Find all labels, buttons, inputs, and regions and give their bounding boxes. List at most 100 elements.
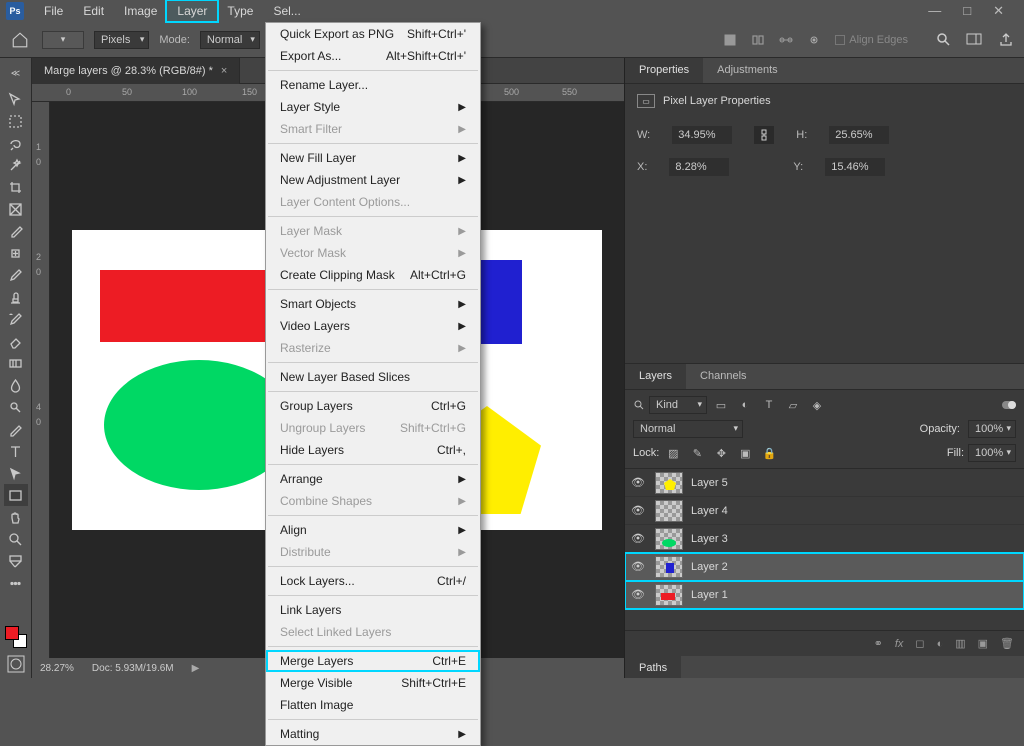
lock-transparency-icon[interactable]: ▨ xyxy=(663,444,683,462)
status-arrow-icon[interactable]: ▶ xyxy=(192,663,200,674)
layer-row[interactable]: 👁 Layer 1 xyxy=(625,581,1024,609)
layer-row[interactable]: 👁Layer 4 xyxy=(625,497,1024,525)
menu-align[interactable]: Align▶ xyxy=(266,519,480,541)
filter-shape-icon[interactable]: ▱ xyxy=(783,396,803,414)
layer-name[interactable]: Layer 2 xyxy=(691,561,728,573)
tool-lasso[interactable] xyxy=(4,132,28,154)
align-left-icon[interactable] xyxy=(723,33,737,47)
tool-path-select[interactable] xyxy=(4,462,28,484)
layer-thumbnail[interactable] xyxy=(655,472,683,494)
unit-dropdown[interactable]: Pixels xyxy=(94,31,149,49)
lock-position-icon[interactable]: ✥ xyxy=(711,444,731,462)
menu-hide-layers[interactable]: Hide LayersCtrl+, xyxy=(266,439,480,461)
tool-heal[interactable] xyxy=(4,242,28,264)
menu-flatten-image[interactable]: Flatten Image xyxy=(266,694,480,716)
share-icon[interactable] xyxy=(998,32,1014,48)
close-icon[interactable]: ✕ xyxy=(993,3,1004,19)
tool-brush[interactable] xyxy=(4,264,28,286)
visibility-icon[interactable]: 👁 xyxy=(631,560,647,573)
quickmask-icon[interactable] xyxy=(6,654,26,674)
tab-adjustments[interactable]: Adjustments xyxy=(703,58,792,83)
minimize-icon[interactable]: — xyxy=(928,3,941,19)
tool-blur[interactable] xyxy=(4,374,28,396)
gear-icon[interactable] xyxy=(807,33,821,47)
layer-thumbnail[interactable] xyxy=(655,584,683,606)
layer-name[interactable]: Layer 1 xyxy=(691,589,728,601)
y-input[interactable] xyxy=(825,158,885,176)
home-icon[interactable] xyxy=(8,28,32,52)
visibility-icon[interactable]: 👁 xyxy=(631,504,647,517)
tab-layers[interactable]: Layers xyxy=(625,364,686,389)
mode-dropdown[interactable]: Normal xyxy=(200,31,260,49)
menu-new-adjustment-layer[interactable]: New Adjustment Layer▶ xyxy=(266,169,480,191)
tool-crop[interactable] xyxy=(4,176,28,198)
layer-thumbnail[interactable] xyxy=(655,528,683,550)
adjustment-icon[interactable]: ◐ xyxy=(937,638,944,650)
menu-type[interactable]: Type xyxy=(217,1,263,21)
tool-eraser[interactable] xyxy=(4,330,28,352)
menu-export-as-[interactable]: Export As...Alt+Shift+Ctrl+' xyxy=(266,45,480,67)
new-layer-icon[interactable]: ▣ xyxy=(978,637,988,650)
height-input[interactable] xyxy=(829,126,889,144)
layer-name[interactable]: Layer 5 xyxy=(691,477,728,489)
layer-row[interactable]: 👁Layer 3 xyxy=(625,525,1024,553)
fill-swatch[interactable]: ▾ xyxy=(42,31,84,49)
menu-edit[interactable]: Edit xyxy=(73,1,114,21)
tool-frame[interactable] xyxy=(4,198,28,220)
search-icon[interactable] xyxy=(936,32,952,48)
tool-move[interactable] xyxy=(4,88,28,110)
x-input[interactable] xyxy=(669,158,729,176)
tab-paths[interactable]: Paths xyxy=(625,656,681,678)
tab-properties[interactable]: Properties xyxy=(625,58,703,83)
group-icon[interactable]: ▥ xyxy=(955,637,965,650)
visibility-icon[interactable]: 👁 xyxy=(631,476,647,489)
tab-channels[interactable]: Channels xyxy=(686,364,760,389)
link-wh-icon[interactable] xyxy=(754,126,774,144)
search-icon[interactable] xyxy=(633,399,645,411)
tool-stamp[interactable] xyxy=(4,286,28,308)
tool-history-brush[interactable] xyxy=(4,308,28,330)
close-tab-icon[interactable]: × xyxy=(221,65,227,77)
mask-icon[interactable]: ◻ xyxy=(915,637,924,650)
menu-merge-visible[interactable]: Merge VisibleShift+Ctrl+E xyxy=(266,672,480,694)
filter-type-icon[interactable]: T xyxy=(759,396,779,414)
lock-all-icon[interactable]: 🔒 xyxy=(759,444,779,462)
menu-sel[interactable]: Sel... xyxy=(263,1,310,21)
tool-pen[interactable] xyxy=(4,418,28,440)
fill-input[interactable]: 100% xyxy=(968,444,1016,462)
collapse-icon[interactable]: ≪ xyxy=(4,62,28,84)
tool-dodge[interactable] xyxy=(4,396,28,418)
layer-thumbnail[interactable] xyxy=(655,500,683,522)
menu-rename-layer-[interactable]: Rename Layer... xyxy=(266,74,480,96)
lock-artboard-icon[interactable]: ▣ xyxy=(735,444,755,462)
tool-zoom[interactable] xyxy=(4,528,28,550)
tool-marquee[interactable] xyxy=(4,110,28,132)
distribute-icon[interactable] xyxy=(779,33,793,47)
menu-video-layers[interactable]: Video Layers▶ xyxy=(266,315,480,337)
tool-gradient[interactable] xyxy=(4,352,28,374)
tool-3d[interactable] xyxy=(4,550,28,572)
menu-file[interactable]: File xyxy=(34,1,73,21)
visibility-icon[interactable]: 👁 xyxy=(631,588,647,601)
lock-pixels-icon[interactable]: ✎ xyxy=(687,444,707,462)
menu-create-clipping-mask[interactable]: Create Clipping MaskAlt+Ctrl+G xyxy=(266,264,480,286)
tool-hand[interactable] xyxy=(4,506,28,528)
align-edges-checkbox[interactable]: Align Edges xyxy=(835,34,908,46)
tool-eyedropper[interactable] xyxy=(4,220,28,242)
fx-icon[interactable]: fx xyxy=(895,638,904,650)
menu-new-layer-based-slices[interactable]: New Layer Based Slices xyxy=(266,366,480,388)
visibility-icon[interactable]: 👁 xyxy=(631,532,647,545)
menu-arrange[interactable]: Arrange▶ xyxy=(266,468,480,490)
menu-smart-objects[interactable]: Smart Objects▶ xyxy=(266,293,480,315)
menu-new-fill-layer[interactable]: New Fill Layer▶ xyxy=(266,147,480,169)
tool-dots[interactable] xyxy=(4,572,28,594)
document-tab[interactable]: Marge layers @ 28.3% (RGB/8#) * × xyxy=(32,58,240,84)
align-center-icon[interactable] xyxy=(751,33,765,47)
delete-icon[interactable]: 🗑 xyxy=(1000,637,1014,650)
layer-row[interactable]: 👁 Layer 2 xyxy=(625,553,1024,581)
menu-merge-layers[interactable]: Merge LayersCtrl+E xyxy=(266,650,480,672)
maximize-icon[interactable]: □ xyxy=(963,3,971,19)
filter-adjust-icon[interactable]: ◐ xyxy=(735,396,755,414)
link-layers-icon[interactable]: ⚭ xyxy=(874,637,883,650)
blend-mode-dropdown[interactable]: Normal xyxy=(633,420,743,438)
